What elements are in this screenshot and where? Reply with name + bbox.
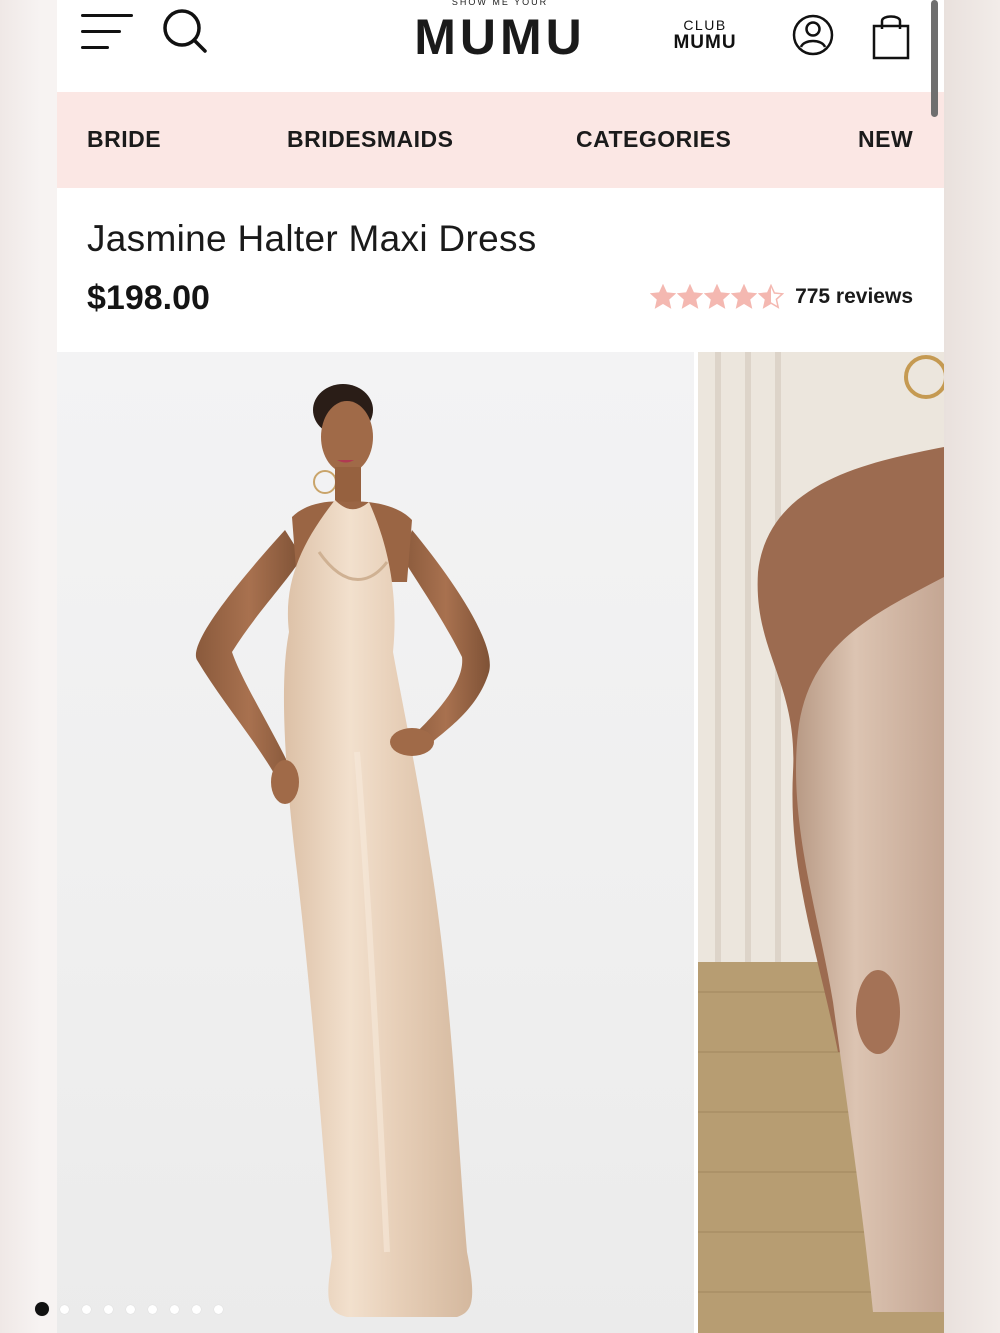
club-brand-label: MUMU [673,32,737,53]
search-icon[interactable] [161,7,209,55]
gallery-dot[interactable] [35,1302,49,1316]
star-icon [704,284,731,309]
star-icon [650,284,677,309]
model-dress-illustration [195,384,490,1317]
gallery-dot[interactable] [126,1304,135,1314]
logo-wordmark: MUMU [414,9,586,65]
product-photo-secondary[interactable] [698,352,944,1333]
gallery-dot[interactable] [170,1304,179,1314]
product-title: Jasmine Halter Maxi Dress [87,218,537,259]
gallery-dot[interactable] [104,1304,113,1314]
club-mumu-link[interactable]: CLUB MUMU [667,16,743,52]
product-rating[interactable]: 775 reviews [650,284,913,310]
gallery-dot[interactable] [214,1304,223,1314]
nav-item-new[interactable]: NEW [858,126,913,153]
gallery-dot[interactable] [148,1304,157,1314]
hamburger-menu-icon[interactable] [81,12,135,52]
star-icon [758,284,785,309]
gallery-pagination [35,1302,236,1316]
product-gallery [57,352,944,1333]
site-header: SHOW ME YOUR MUMU CLUB MUMU [57,0,944,92]
reviews-link[interactable]: 775 reviews [795,285,913,309]
product-price: $198.00 [87,279,210,317]
logo-tagline: SHOW ME YOUR [451,0,549,7]
star-icon [731,284,758,309]
star-rating [650,284,785,310]
model-closeup-illustration [698,352,944,1333]
nav-item-bride[interactable]: BRIDE [87,126,161,153]
site-logo[interactable]: SHOW ME YOUR MUMU [407,0,593,64]
nav-item-bridesmaids[interactable]: BRIDESMAIDS [287,126,454,153]
page-background-right [944,0,1000,1333]
gallery-dot[interactable] [192,1304,201,1314]
scrollbar[interactable] [931,0,938,117]
product-page: SHOW ME YOUR MUMU CLUB MUMU BRIDE BRIDES… [57,0,944,1333]
nav-item-categories[interactable]: CATEGORIES [576,126,731,153]
star-icon [677,284,704,309]
category-nav: BRIDE BRIDESMAIDS CATEGORIES NEW [57,92,944,188]
product-photo-main[interactable] [57,352,694,1333]
account-icon[interactable] [792,14,834,56]
gallery-dot[interactable] [60,1304,69,1314]
shopping-bag-icon[interactable] [871,12,911,60]
gallery-dot[interactable] [82,1304,91,1314]
